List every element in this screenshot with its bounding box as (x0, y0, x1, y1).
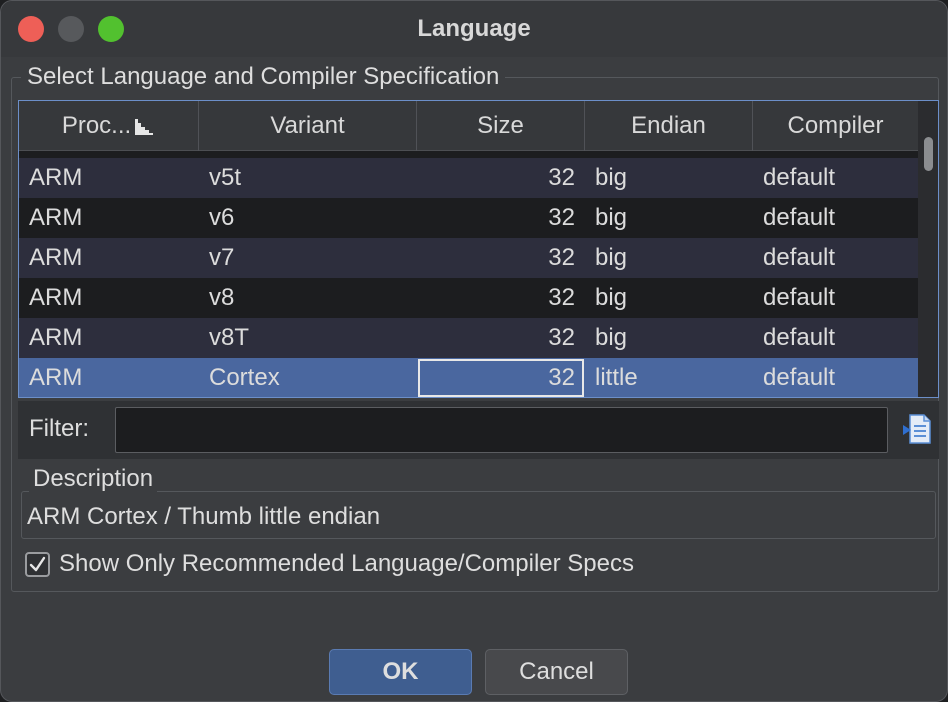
column-header-variant[interactable]: Variant (199, 101, 417, 151)
filter-options-icon[interactable] (902, 413, 932, 445)
cell-compiler: default (763, 204, 836, 231)
table-row[interactable]: ARM v8T 32 big default (19, 318, 919, 358)
table-body: ARM v5t 32 big default ARM v6 32 big def… (19, 158, 919, 397)
table-header: Proc... Variant Size Endian Compiler (19, 101, 919, 151)
cell-processor: ARM (29, 284, 83, 311)
description-text: ARM Cortex / Thumb little endian (27, 503, 381, 530)
cell-compiler: default (763, 164, 836, 191)
cell-processor: ARM (29, 204, 83, 231)
cancel-button[interactable]: Cancel (485, 649, 628, 695)
cell-processor: ARM (29, 324, 83, 351)
cell-endian: big (595, 244, 628, 271)
cell-size: 32 (548, 204, 575, 231)
cell-size: 32 (548, 164, 575, 191)
cell-size-focused[interactable]: 32 (417, 358, 585, 397)
sort-ascending-icon (135, 118, 154, 135)
cell-compiler: default (763, 244, 836, 271)
ok-button[interactable]: OK (329, 649, 472, 695)
cell-processor: ARM (29, 364, 83, 391)
recommended-label[interactable]: Show Only Recommended Language/Compiler … (59, 550, 634, 578)
language-dialog: Language Select Language and Compiler Sp… (0, 0, 948, 702)
language-table: Proc... Variant Size Endian Compiler ARM… (18, 100, 939, 398)
cell-compiler: default (763, 284, 836, 311)
column-header-compiler[interactable]: Compiler (753, 101, 919, 151)
table-row[interactable]: ARM v8 32 big default (19, 278, 919, 318)
cell-variant: v7 (209, 244, 235, 271)
cell-endian: big (595, 204, 628, 231)
cell-compiler: default (763, 324, 836, 351)
cell-size: 32 (548, 244, 575, 271)
filter-input[interactable] (115, 407, 888, 453)
group-title: Select Language and Compiler Specificati… (21, 63, 506, 91)
table-row-partial (19, 151, 919, 158)
cell-size: 32 (548, 324, 575, 351)
description-title: Description (29, 465, 158, 493)
filter-bar: Filter: (18, 401, 939, 459)
cell-compiler: default (763, 364, 836, 391)
cell-endian: big (595, 164, 628, 191)
cell-processor: ARM (29, 244, 83, 271)
cell-processor: ARM (29, 164, 83, 191)
table-row-selected[interactable]: ARM Cortex 32 little default (19, 358, 919, 397)
cell-variant: v8T (209, 324, 250, 351)
table-scrollbar[interactable] (918, 101, 938, 397)
window-title: Language (417, 15, 531, 42)
cell-variant: v8 (209, 284, 235, 311)
cell-variant: v5t (209, 164, 242, 191)
table-row[interactable]: ARM v7 32 big default (19, 238, 919, 278)
column-header-size[interactable]: Size (417, 101, 585, 151)
cell-endian: big (595, 324, 628, 351)
cell-size: 32 (548, 284, 575, 311)
cell-variant: Cortex (209, 364, 280, 391)
cell-variant: v6 (209, 204, 235, 231)
checkmark-icon (29, 556, 46, 572)
table-row[interactable]: ARM v5t 32 big default (19, 158, 919, 198)
cell-endian: big (595, 284, 628, 311)
table-row[interactable]: ARM v6 32 big default (19, 198, 919, 238)
cell-endian: little (595, 364, 638, 391)
filter-label: Filter: (29, 415, 89, 442)
recommended-checkbox[interactable] (25, 552, 50, 577)
column-header-processor[interactable]: Proc... (19, 101, 199, 151)
column-header-endian[interactable]: Endian (585, 101, 753, 151)
title-bar[interactable]: Language (1, 1, 947, 57)
scrollbar-thumb[interactable] (924, 137, 933, 171)
